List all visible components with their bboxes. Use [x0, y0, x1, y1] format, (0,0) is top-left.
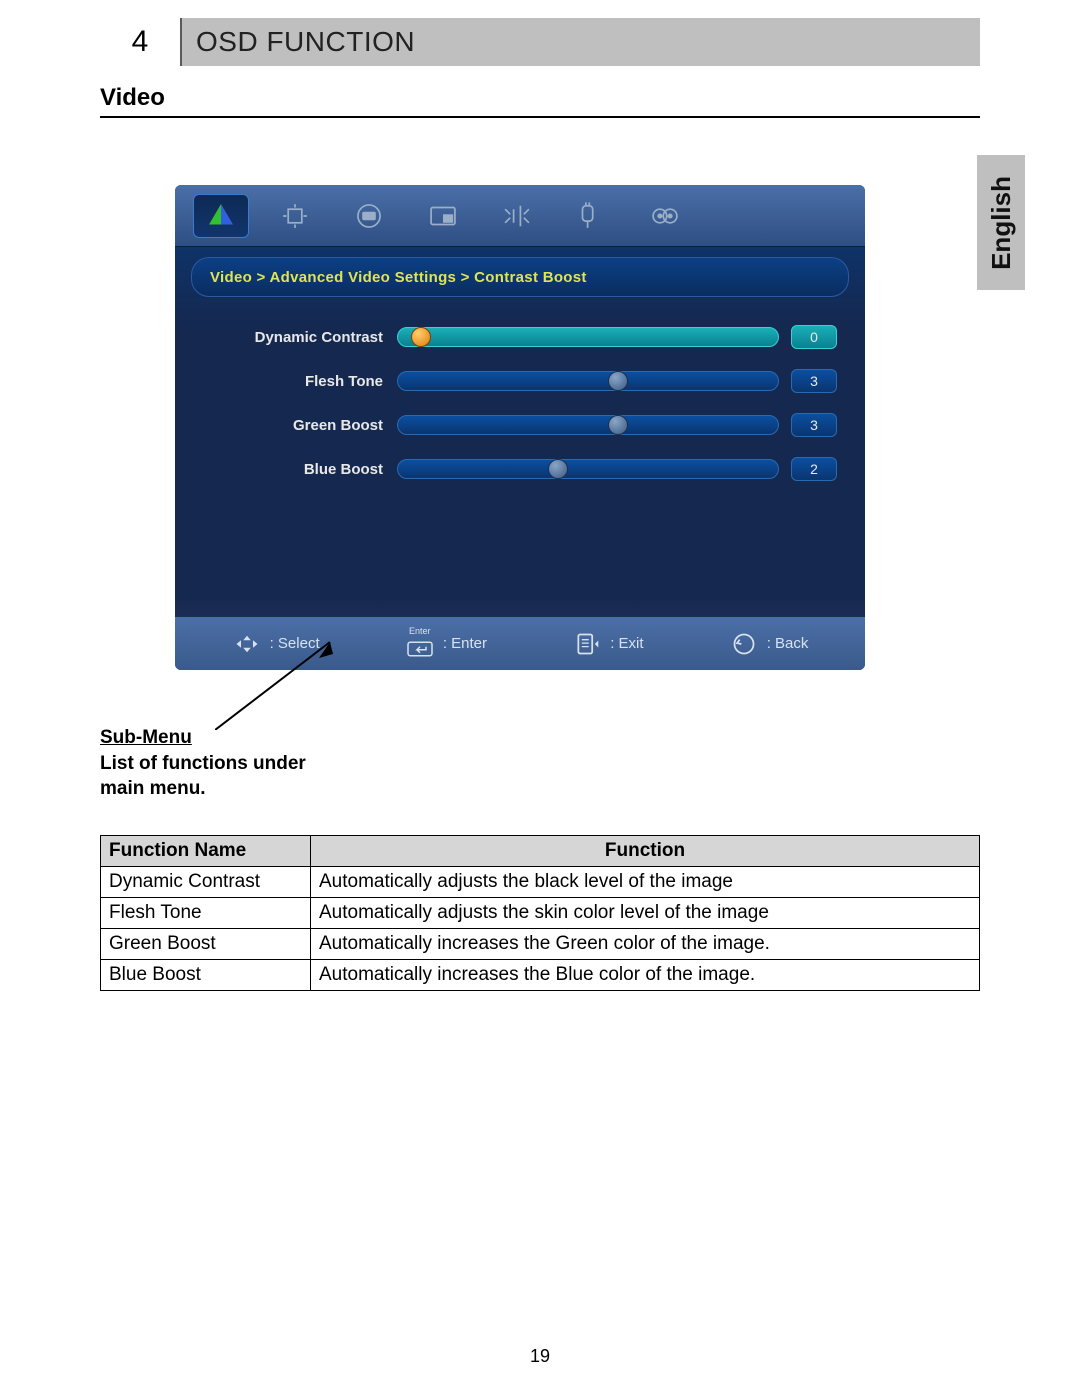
slider-label: Blue Boost	[203, 461, 383, 478]
footer-exit-label: : Exit	[610, 635, 643, 652]
slider-label: Dynamic Contrast	[203, 329, 383, 346]
table-row: Flesh Tone Automatically adjusts the ski…	[101, 898, 980, 929]
slider-value: 2	[791, 457, 837, 481]
cell-desc: Automatically adjusts the black level of…	[311, 867, 980, 898]
chapter-number: 4	[100, 18, 182, 66]
display-icon[interactable]	[267, 194, 323, 238]
col-function-desc: Function	[311, 836, 980, 867]
slider-value: 0	[791, 325, 837, 349]
slider-thumb[interactable]	[608, 415, 628, 435]
slider-label: Green Boost	[203, 417, 383, 434]
sub-menu-line2: main menu.	[100, 778, 206, 799]
slider-label: Flesh Tone	[203, 373, 383, 390]
footer-back-label: : Back	[767, 635, 809, 652]
footer-enter-small: Enter	[409, 626, 431, 636]
enter-icon	[405, 636, 435, 662]
cell-desc: Automatically increases the Green color …	[311, 929, 980, 960]
function-table: Function Name Function Dynamic Contrast …	[100, 835, 980, 991]
cell-name: Blue Boost	[101, 960, 311, 991]
footer-enter-label: : Enter	[443, 635, 487, 652]
footer-exit: : Exit	[572, 631, 643, 657]
osd-topbar	[175, 185, 865, 247]
slider-thumb[interactable]	[548, 459, 568, 479]
footer-select-label: : Select	[270, 635, 320, 652]
slider-track[interactable]	[397, 459, 779, 479]
osd-body: Dynamic Contrast 0 Flesh Tone 3 Green Bo…	[175, 297, 865, 491]
slider-row[interactable]: Dynamic Contrast 0	[203, 315, 837, 359]
table-header-row: Function Name Function	[101, 836, 980, 867]
cell-name: Green Boost	[101, 929, 311, 960]
exit-icon	[572, 631, 602, 657]
footer-back: : Back	[729, 631, 809, 657]
back-icon	[729, 631, 759, 657]
cell-name: Dynamic Contrast	[101, 867, 311, 898]
cell-desc: Automatically adjusts the skin color lev…	[311, 898, 980, 929]
slider-track[interactable]	[397, 371, 779, 391]
chapter-title: OSD FUNCTION	[182, 18, 980, 66]
sub-menu-title: Sub-Menu	[100, 727, 192, 748]
slider-track[interactable]	[397, 415, 779, 435]
settings-icon[interactable]	[637, 194, 693, 238]
audio-icon[interactable]	[489, 194, 545, 238]
slider-track[interactable]	[397, 327, 779, 347]
col-function-name: Function Name	[101, 836, 311, 867]
sub-menu-note: Sub-Menu List of functions under main me…	[100, 725, 306, 802]
footer-select: : Select	[232, 631, 320, 657]
slider-row[interactable]: Flesh Tone 3	[203, 359, 837, 403]
page-number: 19	[0, 1346, 1080, 1367]
cell-desc: Automatically increases the Blue color o…	[311, 960, 980, 991]
slider-value: 3	[791, 369, 837, 393]
slider-row[interactable]: Blue Boost 2	[203, 447, 837, 491]
sub-menu-line1: List of functions under	[100, 753, 306, 774]
pip-icon[interactable]	[415, 194, 471, 238]
dpad-icon	[232, 631, 262, 657]
channel-icon[interactable]	[341, 194, 397, 238]
language-tab: English	[977, 155, 1025, 290]
table-row: Green Boost Automatically increases the …	[101, 929, 980, 960]
cell-name: Flesh Tone	[101, 898, 311, 929]
slider-thumb[interactable]	[411, 327, 431, 347]
slider-value: 3	[791, 413, 837, 437]
footer-enter: Enter : Enter	[405, 626, 487, 662]
slider-row[interactable]: Green Boost 3	[203, 403, 837, 447]
section-heading: Video	[100, 84, 980, 118]
power-icon[interactable]	[563, 194, 619, 238]
chapter-header: 4 OSD FUNCTION	[100, 18, 980, 66]
video-icon[interactable]	[193, 194, 249, 238]
slider-thumb[interactable]	[608, 371, 628, 391]
osd-breadcrumb: Video > Advanced Video Settings > Contra…	[191, 257, 849, 297]
osd-screenshot: Video > Advanced Video Settings > Contra…	[175, 185, 865, 670]
table-row: Blue Boost Automatically increases the B…	[101, 960, 980, 991]
language-tab-label: English	[986, 176, 1017, 270]
table-row: Dynamic Contrast Automatically adjusts t…	[101, 867, 980, 898]
osd-footer: : Select Enter : Enter : Exit : Back	[175, 616, 865, 670]
